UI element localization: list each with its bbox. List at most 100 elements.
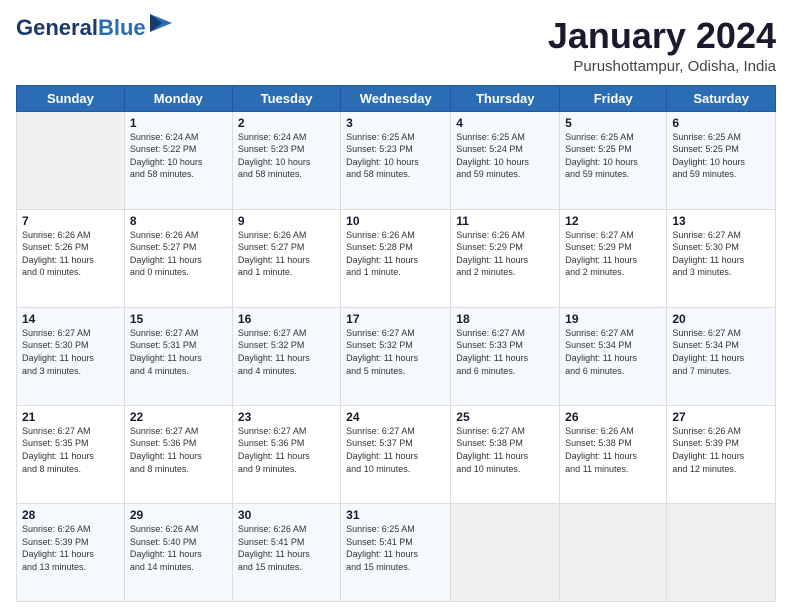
calendar-cell: 9Sunrise: 6:26 AM Sunset: 5:27 PM Daylig… [232,209,340,307]
day-number: 22 [130,410,227,424]
calendar-cell: 20Sunrise: 6:27 AM Sunset: 5:34 PM Dayli… [667,307,776,405]
calendar-cell: 7Sunrise: 6:26 AM Sunset: 5:26 PM Daylig… [17,209,125,307]
calendar-cell: 31Sunrise: 6:25 AM Sunset: 5:41 PM Dayli… [341,503,451,601]
calendar: SundayMondayTuesdayWednesdayThursdayFrid… [16,85,776,602]
week-row-1: 1Sunrise: 6:24 AM Sunset: 5:22 PM Daylig… [17,111,776,209]
day-number: 7 [22,214,119,228]
day-info: Sunrise: 6:27 AM Sunset: 5:32 PM Dayligh… [346,327,445,377]
day-info: Sunrise: 6:26 AM Sunset: 5:39 PM Dayligh… [22,523,119,573]
calendar-cell: 12Sunrise: 6:27 AM Sunset: 5:29 PM Dayli… [560,209,667,307]
day-number: 28 [22,508,119,522]
day-info: Sunrise: 6:27 AM Sunset: 5:34 PM Dayligh… [672,327,770,377]
day-info: Sunrise: 6:26 AM Sunset: 5:29 PM Dayligh… [456,229,554,279]
calendar-cell: 10Sunrise: 6:26 AM Sunset: 5:28 PM Dayli… [341,209,451,307]
day-info: Sunrise: 6:26 AM Sunset: 5:39 PM Dayligh… [672,425,770,475]
day-info: Sunrise: 6:26 AM Sunset: 5:41 PM Dayligh… [238,523,335,573]
calendar-table: SundayMondayTuesdayWednesdayThursdayFrid… [16,85,776,602]
calendar-cell: 18Sunrise: 6:27 AM Sunset: 5:33 PM Dayli… [451,307,560,405]
calendar-cell [451,503,560,601]
calendar-cell: 5Sunrise: 6:25 AM Sunset: 5:25 PM Daylig… [560,111,667,209]
day-number: 5 [565,116,661,130]
day-info: Sunrise: 6:27 AM Sunset: 5:30 PM Dayligh… [672,229,770,279]
header: GeneralBlue January 2024 Purushottampur,… [16,16,776,75]
day-number: 1 [130,116,227,130]
day-info: Sunrise: 6:27 AM Sunset: 5:33 PM Dayligh… [456,327,554,377]
week-row-4: 21Sunrise: 6:27 AM Sunset: 5:35 PM Dayli… [17,405,776,503]
day-number: 30 [238,508,335,522]
week-row-3: 14Sunrise: 6:27 AM Sunset: 5:30 PM Dayli… [17,307,776,405]
day-number: 23 [238,410,335,424]
week-row-2: 7Sunrise: 6:26 AM Sunset: 5:26 PM Daylig… [17,209,776,307]
calendar-cell: 6Sunrise: 6:25 AM Sunset: 5:25 PM Daylig… [667,111,776,209]
day-info: Sunrise: 6:24 AM Sunset: 5:22 PM Dayligh… [130,131,227,181]
page: GeneralBlue January 2024 Purushottampur,… [0,0,792,612]
day-info: Sunrise: 6:24 AM Sunset: 5:23 PM Dayligh… [238,131,335,181]
day-number: 6 [672,116,770,130]
day-number: 17 [346,312,445,326]
logo-blue: Blue [98,15,146,40]
calendar-cell [667,503,776,601]
day-info: Sunrise: 6:27 AM Sunset: 5:30 PM Dayligh… [22,327,119,377]
calendar-cell: 23Sunrise: 6:27 AM Sunset: 5:36 PM Dayli… [232,405,340,503]
day-info: Sunrise: 6:25 AM Sunset: 5:24 PM Dayligh… [456,131,554,181]
day-number: 9 [238,214,335,228]
day-number: 10 [346,214,445,228]
day-info: Sunrise: 6:27 AM Sunset: 5:36 PM Dayligh… [130,425,227,475]
calendar-header-row: SundayMondayTuesdayWednesdayThursdayFrid… [17,85,776,111]
day-number: 24 [346,410,445,424]
day-number: 16 [238,312,335,326]
calendar-cell: 19Sunrise: 6:27 AM Sunset: 5:34 PM Dayli… [560,307,667,405]
calendar-cell: 4Sunrise: 6:25 AM Sunset: 5:24 PM Daylig… [451,111,560,209]
day-info: Sunrise: 6:26 AM Sunset: 5:27 PM Dayligh… [130,229,227,279]
calendar-cell: 15Sunrise: 6:27 AM Sunset: 5:31 PM Dayli… [124,307,232,405]
logo-general: General [16,15,98,40]
calendar-cell: 14Sunrise: 6:27 AM Sunset: 5:30 PM Dayli… [17,307,125,405]
calendar-cell: 30Sunrise: 6:26 AM Sunset: 5:41 PM Dayli… [232,503,340,601]
day-info: Sunrise: 6:27 AM Sunset: 5:34 PM Dayligh… [565,327,661,377]
calendar-cell: 24Sunrise: 6:27 AM Sunset: 5:37 PM Dayli… [341,405,451,503]
calendar-cell: 8Sunrise: 6:26 AM Sunset: 5:27 PM Daylig… [124,209,232,307]
calendar-cell: 21Sunrise: 6:27 AM Sunset: 5:35 PM Dayli… [17,405,125,503]
day-header-saturday: Saturday [667,85,776,111]
day-number: 15 [130,312,227,326]
day-info: Sunrise: 6:26 AM Sunset: 5:27 PM Dayligh… [238,229,335,279]
day-info: Sunrise: 6:26 AM Sunset: 5:38 PM Dayligh… [565,425,661,475]
location: Purushottampur, Odisha, India [548,58,776,75]
title-block: January 2024 Purushottampur, Odisha, Ind… [548,16,776,75]
calendar-cell: 25Sunrise: 6:27 AM Sunset: 5:38 PM Dayli… [451,405,560,503]
day-info: Sunrise: 6:25 AM Sunset: 5:23 PM Dayligh… [346,131,445,181]
day-number: 31 [346,508,445,522]
day-number: 11 [456,214,554,228]
day-number: 19 [565,312,661,326]
calendar-cell: 3Sunrise: 6:25 AM Sunset: 5:23 PM Daylig… [341,111,451,209]
calendar-cell: 28Sunrise: 6:26 AM Sunset: 5:39 PM Dayli… [17,503,125,601]
day-number: 14 [22,312,119,326]
calendar-cell: 27Sunrise: 6:26 AM Sunset: 5:39 PM Dayli… [667,405,776,503]
month-title: January 2024 [548,16,776,56]
day-number: 13 [672,214,770,228]
day-number: 27 [672,410,770,424]
day-info: Sunrise: 6:25 AM Sunset: 5:41 PM Dayligh… [346,523,445,573]
day-info: Sunrise: 6:26 AM Sunset: 5:40 PM Dayligh… [130,523,227,573]
day-number: 20 [672,312,770,326]
day-info: Sunrise: 6:27 AM Sunset: 5:36 PM Dayligh… [238,425,335,475]
day-info: Sunrise: 6:25 AM Sunset: 5:25 PM Dayligh… [565,131,661,181]
day-info: Sunrise: 6:26 AM Sunset: 5:26 PM Dayligh… [22,229,119,279]
calendar-cell: 26Sunrise: 6:26 AM Sunset: 5:38 PM Dayli… [560,405,667,503]
calendar-cell: 11Sunrise: 6:26 AM Sunset: 5:29 PM Dayli… [451,209,560,307]
calendar-cell: 2Sunrise: 6:24 AM Sunset: 5:23 PM Daylig… [232,111,340,209]
day-header-wednesday: Wednesday [341,85,451,111]
day-header-monday: Monday [124,85,232,111]
day-info: Sunrise: 6:27 AM Sunset: 5:38 PM Dayligh… [456,425,554,475]
week-row-5: 28Sunrise: 6:26 AM Sunset: 5:39 PM Dayli… [17,503,776,601]
day-header-friday: Friday [560,85,667,111]
logo: GeneralBlue [16,16,172,40]
day-number: 4 [456,116,554,130]
day-number: 18 [456,312,554,326]
day-info: Sunrise: 6:25 AM Sunset: 5:25 PM Dayligh… [672,131,770,181]
day-number: 29 [130,508,227,522]
day-number: 2 [238,116,335,130]
calendar-cell: 16Sunrise: 6:27 AM Sunset: 5:32 PM Dayli… [232,307,340,405]
day-info: Sunrise: 6:27 AM Sunset: 5:37 PM Dayligh… [346,425,445,475]
day-header-tuesday: Tuesday [232,85,340,111]
